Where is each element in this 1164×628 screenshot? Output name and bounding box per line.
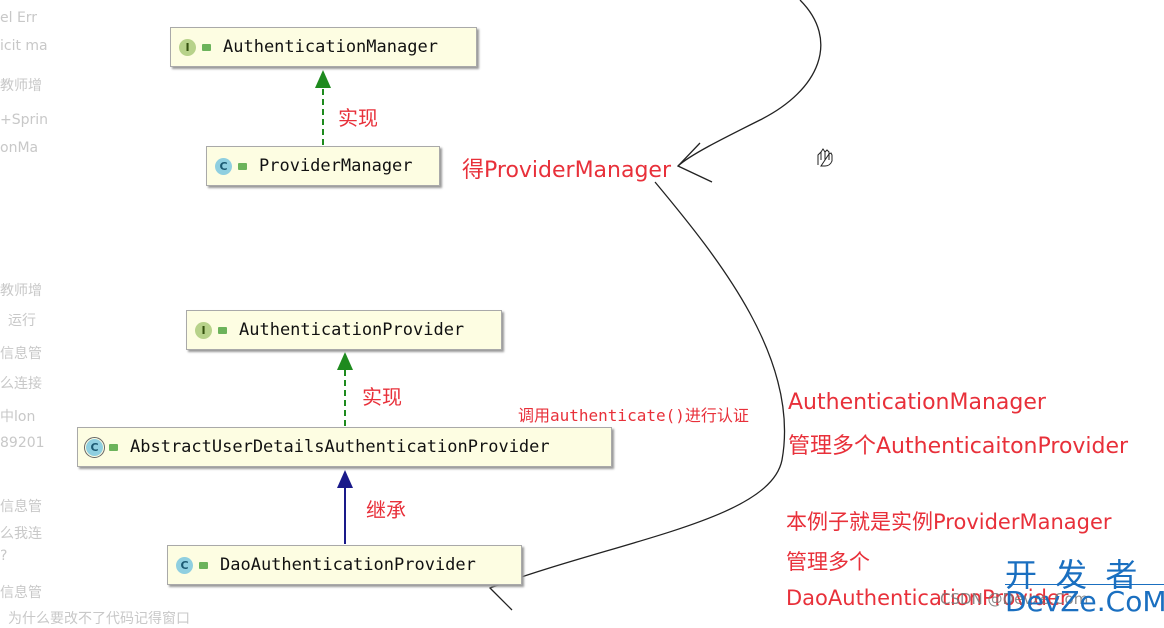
annotation-call-authenticate: 调用authenticate()进行认证 — [518, 406, 749, 425]
curve-top — [677, 0, 822, 167]
public-icon — [202, 43, 211, 51]
class-box-dao-authentication-provider: C DaoAuthenticationProvider — [167, 545, 522, 585]
relation-label-implements: 实现 — [362, 385, 402, 409]
public-icon — [199, 561, 208, 569]
class-box-provider-manager: C ProviderManager — [206, 146, 440, 186]
class-name: AbstractUserDetailsAuthenticationProvide… — [130, 437, 550, 457]
interface-icon: I — [195, 321, 212, 339]
public-icon — [238, 162, 247, 170]
interface-icon: I — [179, 38, 196, 56]
class-name: AuthenticationManager — [223, 37, 438, 57]
annotation-get-provider-manager: 得ProviderManager — [462, 158, 672, 183]
curve-bottom — [489, 181, 786, 589]
annotation-manager-line1: AuthenticationManager — [788, 390, 1046, 415]
implements-arrow-head — [315, 70, 331, 88]
implements-arrow-head — [337, 352, 353, 370]
class-box-authentication-provider: I AuthenticationProvider — [186, 310, 502, 350]
class-icon: C — [215, 157, 232, 175]
class-icon: C — [176, 556, 193, 574]
public-icon — [218, 326, 227, 334]
annotation-example-line1: 本例子就是实例ProviderManager — [786, 510, 1112, 534]
relation-label-implements: 实现 — [338, 106, 378, 130]
public-icon — [109, 443, 118, 451]
class-box-abstract-user-details-authentication-provider: C AbstractUserDetailsAuthenticationProvi… — [77, 427, 612, 467]
relation-label-extends: 继承 — [366, 498, 406, 522]
abstract-class-icon: C — [84, 436, 105, 458]
watermark-brand-en: DevZe.CoM — [1005, 584, 1164, 618]
class-name: ProviderManager — [259, 156, 413, 176]
hand-cursor-icon — [817, 148, 833, 167]
class-name: AuthenticationProvider — [239, 320, 465, 340]
extends-arrow-head — [337, 470, 353, 488]
class-box-authentication-manager: I AuthenticationManager — [170, 27, 477, 67]
annotation-example-line2: 管理多个 — [786, 550, 870, 574]
annotation-manager-line2: 管理多个AuthenticaitonProvider — [788, 434, 1129, 459]
class-name: DaoAuthenticationProvider — [220, 555, 476, 575]
